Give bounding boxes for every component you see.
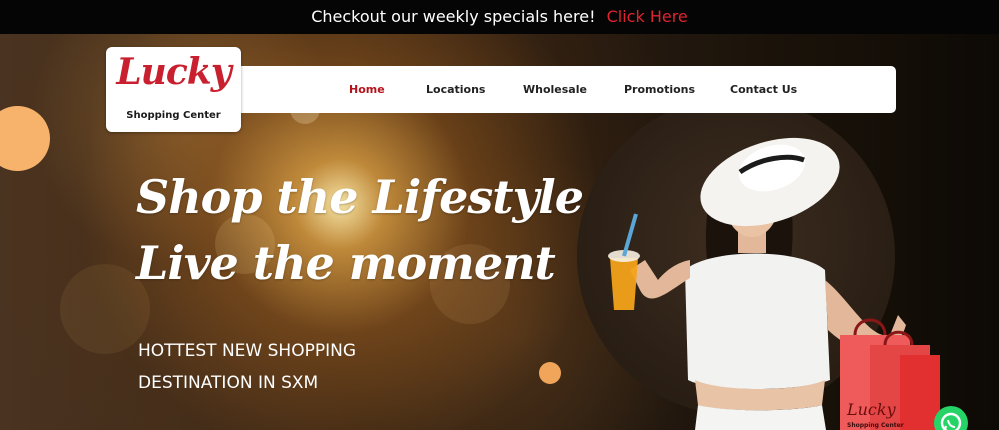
nav-item-contact-us[interactable]: Contact Us <box>730 66 797 113</box>
nav-item-home[interactable]: Home <box>349 66 385 113</box>
whatsapp-chat-button[interactable] <box>934 406 968 430</box>
click-here-link[interactable]: Click Here <box>607 7 688 26</box>
nav-item-locations[interactable]: Locations <box>426 66 485 113</box>
hero-headline-line1: Shop the Lifestyle, <box>136 170 599 224</box>
hero-subline-line1: HOTTEST NEW SHOPPING <box>138 341 356 361</box>
nav-item-promotions[interactable]: Promotions <box>624 66 695 113</box>
main-nav: Home Locations Wholesale Promotions Cont… <box>236 66 896 113</box>
logo-subtext: Shopping Center <box>126 110 221 121</box>
announcement-text: Checkout our weekly specials here! <box>311 7 596 26</box>
decorative-dot <box>539 362 561 384</box>
bag-logo-script: Lucky <box>846 400 897 419</box>
logo[interactable]: Lucky Shopping Center <box>106 47 241 132</box>
hero-headline-line2: Live the moment <box>136 236 556 290</box>
whatsapp-icon <box>940 412 962 430</box>
hero-model-image: Lucky Shopping Center <box>608 137 940 430</box>
hero-subline-line2: DESTINATION IN SXM <box>138 373 319 393</box>
announcement-bar: Checkout our weekly specials here! Click… <box>0 0 999 34</box>
logo-script-text: Lucky <box>116 51 231 93</box>
bag-logo-subtext: Shopping Center <box>847 422 904 429</box>
nav-item-wholesale[interactable]: Wholesale <box>523 66 587 113</box>
